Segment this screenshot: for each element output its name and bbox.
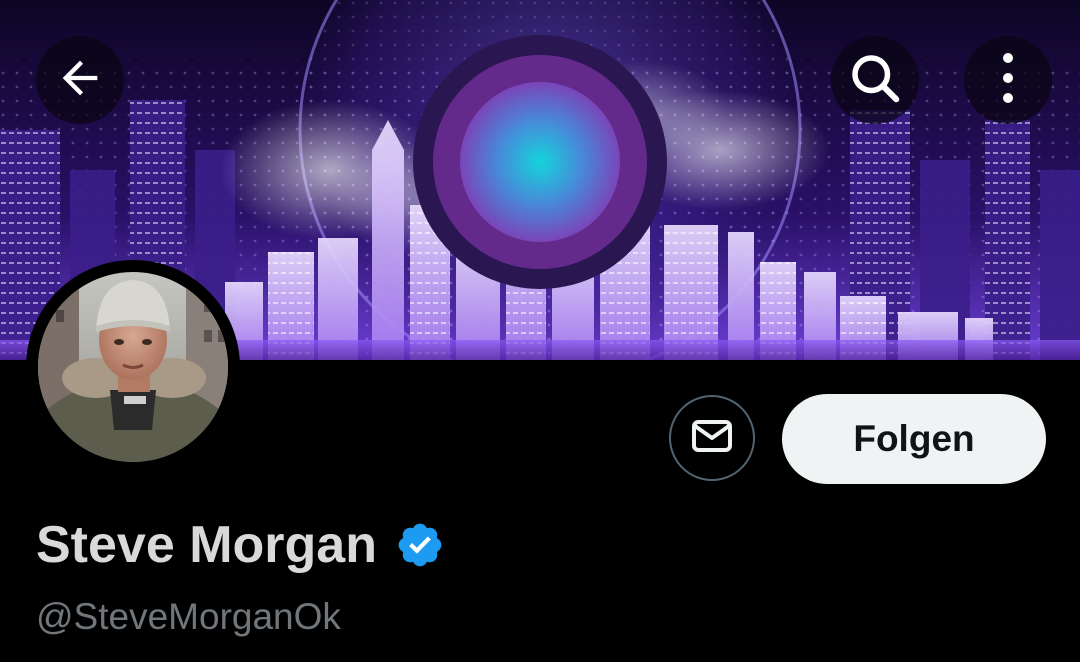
follow-button[interactable]: Folgen: [782, 394, 1046, 484]
more-vertical-icon: [998, 50, 1018, 111]
more-options-button[interactable]: [964, 36, 1052, 124]
arrow-left-icon: [54, 52, 106, 109]
display-name: Steve Morgan: [36, 516, 377, 574]
search-icon: [845, 48, 905, 113]
verified-badge-icon[interactable]: [395, 520, 445, 570]
profile-avatar[interactable]: [26, 260, 240, 474]
avatar-photo: [38, 272, 228, 462]
user-handle: @SteveMorganOk: [36, 596, 341, 637]
message-button[interactable]: [669, 395, 755, 481]
mail-icon: [688, 412, 736, 465]
search-button[interactable]: [831, 36, 919, 124]
back-button[interactable]: [36, 36, 124, 124]
display-name-row: Steve Morgan: [36, 512, 445, 578]
